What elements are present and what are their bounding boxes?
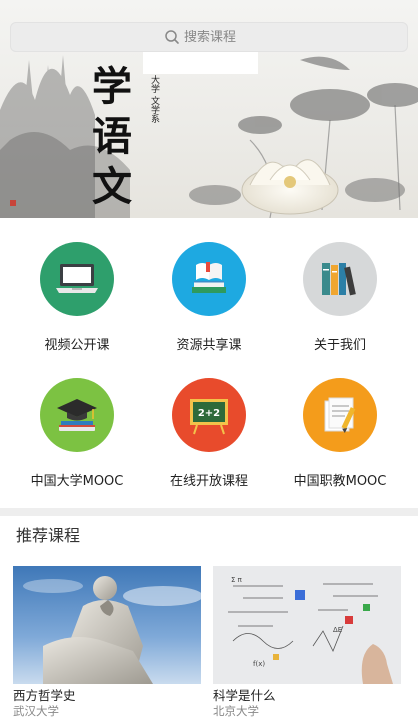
search-input[interactable] (184, 29, 254, 45)
calligraphy-char: 文 (92, 163, 132, 210)
svg-text:Σ π: Σ π (231, 576, 243, 584)
category-label: 在线开放课程 (169, 474, 248, 489)
bookshelf-icon (303, 242, 377, 316)
category-china-vocational-mooc[interactable]: 中国职教MOOC (275, 378, 405, 498)
course-thumbnail-science-formulas: Σ π ΔE f(x) (213, 566, 401, 684)
svg-text:2+2: 2+2 (198, 408, 220, 419)
calligraphy-char: 学 (92, 63, 132, 110)
svg-text:f(x): f(x) (253, 660, 265, 668)
course-school: 北京大学 (213, 704, 259, 718)
seal-text: 大学 文学系 (148, 75, 161, 123)
category-label: 中国职教MOOC (293, 474, 387, 489)
category-label: 关于我们 (313, 338, 366, 353)
hero-banner[interactable]: 学 语 文 大学 文学系 (0, 0, 418, 218)
category-label: 视频公开课 (44, 338, 110, 353)
category-video-open-course[interactable]: 视频公开课 (12, 242, 142, 362)
graduation-cap-icon (40, 378, 114, 452)
category-label: 资源共享课 (176, 338, 242, 353)
course-school: 武汉大学 (13, 704, 59, 718)
laptop-icon (40, 242, 114, 316)
course-card[interactable]: Σ π ΔE f(x) 科学是什么 北京大学 (213, 566, 401, 720)
search-icon (165, 30, 179, 44)
recommended-section-title: 推荐课程 (16, 526, 81, 545)
seal-line: 大学 (149, 75, 159, 93)
course-card[interactable]: 西方哲学史 武汉大学 (13, 566, 201, 720)
seal-line: 文学系 (149, 95, 159, 123)
books-icon (172, 242, 246, 316)
course-name: 西方哲学史 (13, 688, 76, 703)
course-name: 科学是什么 (213, 688, 276, 703)
calligraphy-title: 学 语 文 (92, 62, 132, 212)
section-divider (0, 508, 418, 516)
svg-text:ΔE: ΔE (333, 626, 342, 634)
notepad-icon (303, 378, 377, 452)
calligraphy-char: 语 (92, 113, 132, 160)
category-label: 中国大学MOOC (30, 474, 124, 489)
category-china-university-mooc[interactable]: 中国大学MOOC (12, 378, 142, 498)
category-grid: 视频公开课 资源共享课 关于我们 中国大学MOOC 2+2 在线开放课程 中国职… (0, 218, 418, 508)
category-about-us[interactable]: 关于我们 (275, 242, 405, 362)
course-thumbnail-philosophy-statue (13, 566, 201, 684)
category-online-open-course[interactable]: 2+2 在线开放课程 (144, 378, 274, 498)
search-bar[interactable] (10, 22, 408, 52)
blackboard-icon: 2+2 (172, 378, 246, 452)
category-resource-sharing-course[interactable]: 资源共享课 (144, 242, 274, 362)
